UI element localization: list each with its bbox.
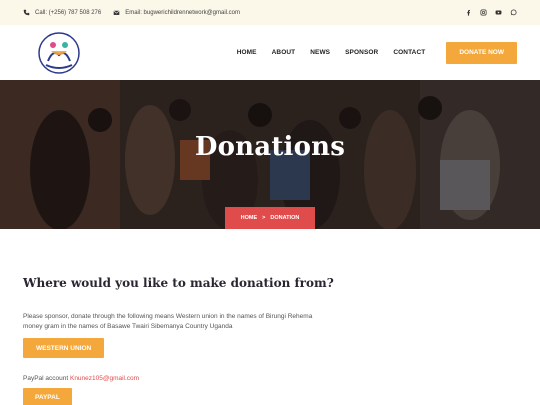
whatsapp-icon[interactable] [510, 9, 517, 16]
hero-banner: Donations HOME > DONATION [0, 80, 540, 229]
page-title: Donations [194, 132, 346, 162]
nav-about[interactable]: ABOUT [272, 49, 296, 56]
main-nav: HOME ABOUT NEWS SPONSOR CONTACT DONATE N… [222, 41, 517, 64]
nav-news[interactable]: NEWS [310, 49, 330, 56]
paypal-button[interactable]: PAYPAL [23, 388, 72, 405]
paypal-email-link[interactable]: Knunez105@gmail.com [70, 375, 139, 382]
nav-home[interactable]: HOME [237, 49, 257, 56]
instagram-icon[interactable] [480, 9, 487, 16]
site-header: HOME ABOUT NEWS SPONSOR CONTACT DONATE N… [0, 25, 540, 80]
breadcrumb-current: DONATION [270, 215, 300, 221]
social-links [465, 9, 517, 16]
western-union-button[interactable]: WESTERN UNION [23, 338, 105, 358]
paypal-account-line: PayPal account Knunez105@gmail.com [23, 375, 517, 382]
section-heading: Where would you like to make donation fr… [23, 276, 334, 290]
donation-description: Please sponsor, donate through the follo… [23, 313, 313, 330]
facebook-icon[interactable] [465, 9, 472, 16]
phone-text: Call: (+256) 787 508 276 [35, 9, 102, 16]
envelope-icon [113, 10, 120, 15]
youtube-icon[interactable] [495, 9, 502, 16]
breadcrumb-separator: > [262, 215, 266, 221]
site-logo[interactable] [37, 31, 81, 75]
nav-contact[interactable]: CONTACT [393, 49, 425, 56]
breadcrumb-home[interactable]: HOME [241, 215, 258, 221]
main-content: Where would you like to make donation fr… [0, 229, 540, 405]
email-contact[interactable]: Email: bugwerichildrennetwork@gmail.com [113, 9, 240, 16]
paypal-prefix: PayPal account [23, 375, 69, 382]
top-bar: Call: (+256) 787 508 276 Email: bugweric… [0, 0, 540, 25]
email-text: Email: bugwerichildrennetwork@gmail.com [125, 9, 241, 16]
phone-icon [23, 9, 30, 16]
phone-contact[interactable]: Call: (+256) 787 508 276 [23, 9, 101, 16]
nav-sponsor[interactable]: SPONSOR [345, 49, 378, 56]
breadcrumb: HOME > DONATION [225, 207, 315, 229]
donate-now-button[interactable]: DONATE NOW [446, 41, 517, 64]
